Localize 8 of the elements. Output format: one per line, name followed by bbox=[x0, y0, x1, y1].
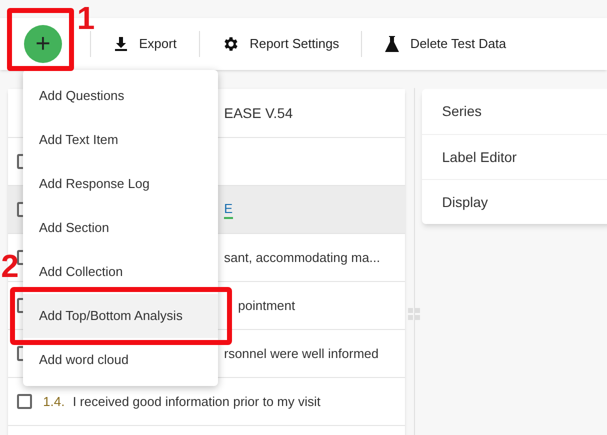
question-text: pointment bbox=[238, 296, 296, 315]
step-number: 2 bbox=[1, 250, 19, 282]
step-number: 1 bbox=[77, 2, 95, 34]
question-text: rsonnel were well informed bbox=[224, 344, 379, 363]
list-title: EASE V.54 bbox=[224, 104, 293, 122]
question-text: sant, accommodating ma... bbox=[224, 248, 380, 267]
question-number: 1.4. bbox=[43, 392, 65, 411]
question-text: I received good information prior to my visit bbox=[72, 392, 321, 411]
